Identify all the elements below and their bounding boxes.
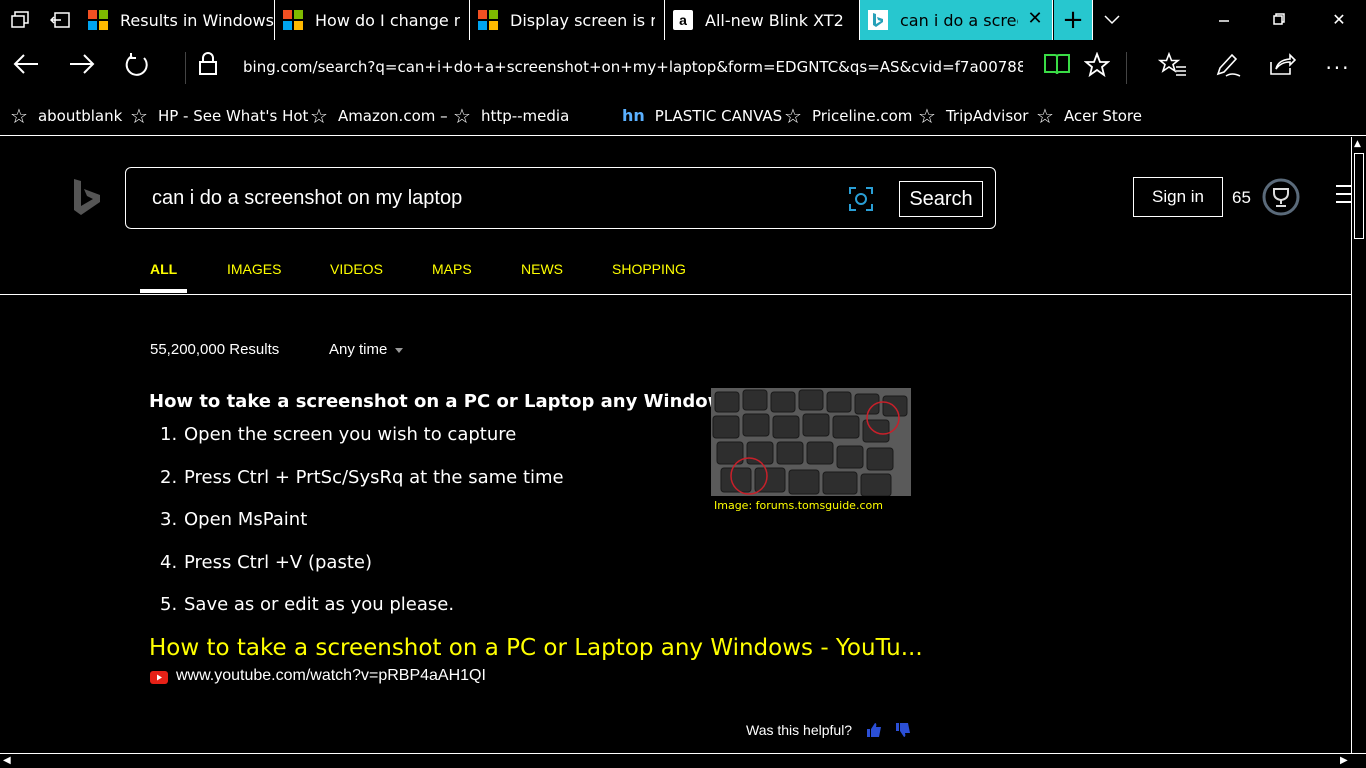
tab-bing-search-active[interactable]: can i do a screen ✕ — [860, 0, 1053, 40]
star-icon: ☆ — [453, 104, 471, 128]
keyboard-image[interactable] — [711, 388, 911, 496]
favorite-plastic-canvas[interactable]: hn PLASTIC CANVAS — [622, 106, 782, 125]
list-item: 5. Save as or edit as you please. — [160, 594, 455, 615]
microsoft-logo-icon — [478, 10, 498, 30]
close-window-button[interactable]: ✕ — [1327, 8, 1351, 32]
tab-manager-icon[interactable] — [8, 8, 32, 32]
answer-title: How to take a screenshot on a PC or Lapt… — [149, 391, 736, 412]
scope-shopping[interactable]: SHOPPING — [612, 261, 686, 277]
favorite-amazon[interactable]: ☆ Amazon.com – — [310, 106, 448, 126]
search-scopes: ALL IMAGES VIDEOS MAPS NEWS SHOPPING — [0, 249, 1351, 295]
search-input[interactable]: can i do a screenshot on my laptop — [152, 187, 462, 210]
rewards-trophy-icon[interactable] — [1262, 178, 1300, 216]
tab-title: Results in Windows — [120, 10, 274, 30]
star-icon: ☆ — [918, 104, 936, 128]
back-button[interactable] — [10, 52, 42, 84]
sign-in-button[interactable]: Sign in — [1133, 177, 1223, 217]
forward-button[interactable] — [66, 52, 98, 84]
plus-icon: + — [1062, 5, 1084, 35]
youtube-icon — [150, 669, 168, 684]
horizontal-scrollbar[interactable]: ◀ ▶ — [0, 753, 1366, 768]
reading-view-icon[interactable] — [1041, 52, 1073, 84]
menu-icon[interactable] — [1336, 185, 1351, 207]
favorite-http-media[interactable]: ☆ http--media — [453, 106, 569, 126]
tab-blink-xt2[interactable]: a All-new Blink XT2 | V — [665, 0, 860, 40]
result-title-link[interactable]: How to take a screenshot on a PC or Lapt… — [149, 635, 923, 661]
close-tab-icon[interactable]: ✕ — [1026, 10, 1044, 28]
amazon-logo-icon: a — [673, 10, 693, 30]
tab-title: Display screen is rev — [510, 10, 655, 30]
tab-results-in-windows[interactable]: Results in Windows — [80, 0, 275, 40]
thumbs-up-icon[interactable] — [866, 722, 882, 738]
separator — [185, 52, 186, 84]
search-box[interactable]: can i do a screenshot on my laptop Searc… — [125, 167, 996, 229]
favorites-bar: ☆ aboutblank ☆ HP - See What's Hot ☆ Amazon… — [0, 96, 1366, 136]
scope-videos[interactable]: VIDEOS — [330, 261, 383, 277]
result-count: 55,200,000 Results — [150, 341, 280, 358]
more-options-icon[interactable]: ··· — [1322, 52, 1354, 84]
minimize-button[interactable] — [1212, 8, 1236, 32]
scroll-thumb[interactable] — [1354, 153, 1364, 239]
microsoft-logo-icon — [88, 10, 108, 30]
search-button[interactable]: Search — [899, 181, 983, 217]
list-item: 4. Press Ctrl +V (paste) — [160, 551, 372, 573]
scope-images[interactable]: IMAGES — [227, 261, 281, 277]
star-icon: ☆ — [130, 104, 148, 128]
favorite-priceline[interactable]: ☆ Priceline.com — [784, 106, 912, 126]
tab-title: How do I change my — [315, 10, 460, 30]
restore-button[interactable] — [1267, 8, 1291, 32]
scope-all[interactable]: ALL — [150, 261, 177, 277]
scope-news[interactable]: NEWS — [521, 261, 563, 277]
bing-logo-icon — [868, 10, 888, 30]
star-icon: ☆ — [1036, 104, 1054, 128]
tab-change-my[interactable]: How do I change my — [275, 0, 470, 40]
scope-maps[interactable]: MAPS — [432, 261, 472, 277]
image-credit[interactable]: Image: forums.tomsguide.com — [714, 499, 883, 512]
rewards-points[interactable]: 65 — [1232, 188, 1251, 208]
star-icon: ☆ — [784, 104, 802, 128]
answer-steps: 1. Open the screen you wish to capture 2.… — [160, 424, 564, 637]
favorite-hp[interactable]: ☆ HP - See What's Hot — [130, 106, 308, 126]
result-url[interactable]: www.youtube.com/watch?v=pRBP4aAH1QI — [176, 667, 486, 685]
feedback-question: Was this helpful? — [746, 722, 853, 738]
chevron-down-icon[interactable] — [1100, 8, 1124, 32]
favorite-aboutblank[interactable]: ☆ aboutblank — [10, 106, 122, 126]
tab-display-screen[interactable]: Display screen is rev — [470, 0, 665, 40]
bing-logo-icon[interactable] — [72, 177, 102, 217]
tab-title: All-new Blink XT2 | V — [705, 10, 850, 30]
list-item: 3. Open MsPaint — [160, 509, 308, 530]
favorite-tripadvisor[interactable]: ☆ TripAdvisor — [918, 106, 1028, 126]
star-icon: ☆ — [10, 104, 28, 128]
favorite-acer-store[interactable]: ☆ Acer Store — [1036, 106, 1142, 126]
tab-title: can i do a screen — [900, 10, 1018, 30]
bing-results-page: can i do a screenshot on my laptop Searc… — [0, 137, 1351, 753]
microsoft-logo-icon — [283, 10, 303, 30]
list-item: 2. Press Ctrl + PrtSc/SysRq at the same t… — [160, 466, 564, 488]
scroll-left-icon[interactable]: ◀ — [3, 755, 11, 766]
visual-search-icon[interactable] — [848, 186, 874, 212]
star-icon: ☆ — [310, 104, 328, 128]
plastic-canvas-icon: hn — [622, 106, 645, 125]
new-tab-button[interactable]: + — [1053, 0, 1093, 40]
scroll-right-icon[interactable]: ▶ — [1340, 755, 1348, 766]
vertical-scrollbar[interactable]: ▲ — [1351, 137, 1366, 753]
caret-down-icon — [395, 347, 404, 353]
lock-icon[interactable] — [192, 52, 224, 84]
scroll-up-icon[interactable]: ▲ — [1354, 139, 1361, 149]
set-aside-tabs-icon[interactable] — [48, 8, 72, 32]
share-icon[interactable] — [1266, 52, 1298, 84]
time-filter-dropdown[interactable]: Any time — [329, 341, 404, 358]
web-note-icon[interactable] — [1212, 52, 1244, 84]
add-favorite-star-icon[interactable] — [1081, 51, 1113, 84]
title-bar: Results in Windows How do I change my Di… — [0, 0, 1366, 40]
separator — [1126, 52, 1127, 84]
address-bar[interactable]: bing.com/search?q=can+i+do+a+screenshot+… — [243, 58, 1023, 76]
refresh-button[interactable] — [121, 52, 153, 84]
active-scope-indicator — [140, 289, 187, 293]
list-item: 1. Open the screen you wish to capture — [160, 424, 517, 445]
favorites-hub-icon[interactable] — [1157, 51, 1189, 84]
thumbs-down-icon[interactable] — [895, 722, 911, 738]
navigation-bar: bing.com/search?q=can+i+do+a+screenshot+… — [0, 40, 1366, 96]
